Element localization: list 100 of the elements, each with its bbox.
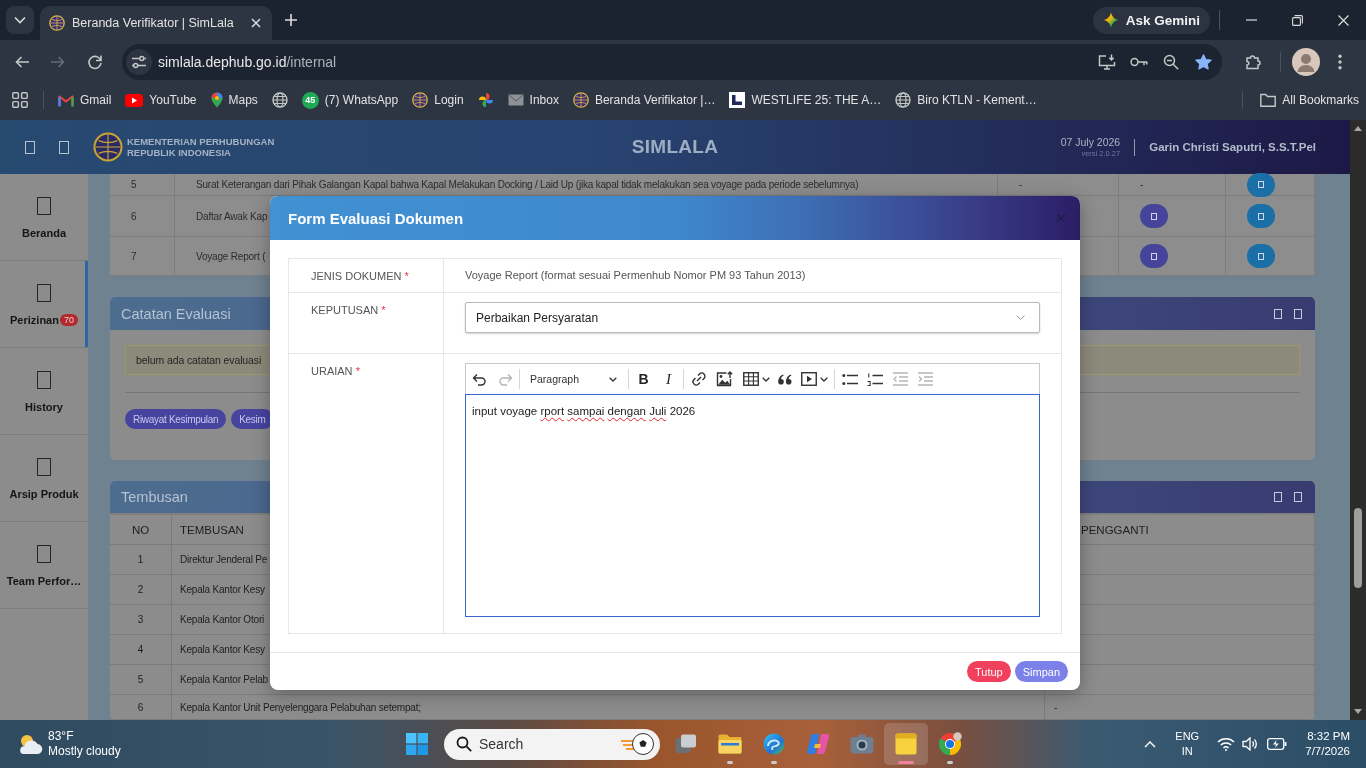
square-icon — [37, 284, 51, 302]
square-icon — [37, 371, 51, 389]
emblem-icon — [412, 92, 429, 108]
card-title: Catatan Evaluasi — [121, 305, 231, 322]
battery-icon[interactable] — [1267, 738, 1288, 750]
link-icon[interactable] — [690, 371, 707, 387]
date-text: 07 July 2026 — [1060, 135, 1121, 149]
zoom-out-icon[interactable] — [1163, 54, 1179, 70]
bookmark[interactable]: Inbox — [500, 86, 566, 114]
app-title: SIMLALA — [631, 136, 719, 158]
key-icon[interactable] — [1130, 56, 1148, 68]
table-cell: - — [1119, 174, 1226, 196]
notification-badge: 45 — [301, 91, 319, 109]
clock[interactable]: 8:32 PM 7/7/2026 — [1305, 729, 1350, 759]
square-icon[interactable] — [1274, 308, 1282, 319]
table-cell: 2 — [110, 575, 172, 605]
square-icon[interactable] — [59, 140, 69, 154]
media-icon[interactable] — [801, 372, 817, 386]
count-badge: 70 — [59, 314, 78, 326]
action-button[interactable] — [1140, 204, 1168, 228]
bookmark[interactable]: Login — [405, 86, 471, 114]
user-name[interactable]: Garin Christi Saputri, S.S.T.Pel — [1149, 141, 1316, 153]
emblem-icon — [49, 15, 65, 31]
square-icon[interactable] — [1274, 492, 1282, 502]
tab-search-button[interactable] — [6, 6, 34, 34]
chevron-down-icon — [1016, 315, 1025, 320]
wifi-icon[interactable] — [1217, 737, 1236, 751]
browser-tab[interactable]: Beranda Verifikator | SimLala — [40, 6, 272, 40]
all-bookmarks-button[interactable]: All Bookmarks — [1253, 86, 1366, 114]
language-indicator[interactable]: ENG IN — [1172, 729, 1203, 759]
soccer-ball-icon — [621, 732, 655, 756]
emblem-logo — [93, 132, 123, 162]
bookmark[interactable]: WESTLIFE 25: THE A… — [722, 86, 889, 114]
chevron-up-icon[interactable] — [1144, 740, 1157, 748]
emblem-icon — [572, 92, 589, 108]
profile-avatar[interactable] — [1292, 48, 1320, 76]
bookmark[interactable]: Gmail — [51, 86, 119, 114]
bookmark[interactable]: YouTube — [118, 86, 204, 114]
task-view-icon — [675, 734, 697, 754]
site-info-button[interactable] — [126, 49, 152, 75]
bookmark[interactable]: 45 (7) WhatsApp — [294, 86, 406, 114]
puzzle-icon[interactable] — [1245, 54, 1261, 70]
sticky-note-icon — [895, 733, 917, 755]
back-arrow-icon[interactable] — [14, 54, 30, 70]
scroll-up-icon[interactable] — [1354, 126, 1362, 131]
bookmark[interactable]: Beranda Verifikator |… — [565, 86, 723, 114]
square-icon — [1258, 212, 1264, 220]
square-icon — [37, 545, 51, 563]
apps-grid-icon[interactable] — [12, 92, 28, 108]
speaker-icon[interactable] — [1242, 737, 1259, 751]
pinwheel-icon — [477, 92, 494, 108]
bookmark[interactable]: Biro KTLN - Kement… — [888, 86, 1044, 114]
action-button[interactable] — [1140, 244, 1168, 268]
taskbar-app[interactable] — [884, 723, 928, 765]
install-app-icon[interactable] — [1098, 54, 1116, 70]
image-upload-icon[interactable] — [715, 371, 734, 387]
address-text[interactable]: simlala.dephub.go.id/internal — [158, 54, 337, 70]
restore-icon[interactable] — [1291, 14, 1303, 26]
square-icon — [1258, 181, 1264, 188]
search-icon — [456, 736, 472, 752]
square-icon — [1151, 212, 1157, 220]
history-button[interactable]: Riwayat Kesimpulan — [125, 409, 227, 429]
square-icon — [37, 458, 51, 476]
field-label: JENIS DOKUMEN * — [289, 259, 444, 292]
undo-icon[interactable] — [471, 372, 488, 386]
menu-dots-icon[interactable] — [1338, 54, 1342, 70]
plus-icon[interactable] — [285, 14, 297, 26]
minimize-icon[interactable] — [1245, 19, 1257, 21]
square-icon — [1151, 252, 1157, 260]
scroll-down-icon[interactable] — [1354, 709, 1362, 714]
square-icon[interactable] — [1294, 492, 1302, 502]
action-button[interactable] — [1247, 172, 1275, 197]
gemini-button[interactable]: Ask Gemini — [1092, 6, 1210, 34]
table-icon[interactable] — [742, 372, 759, 386]
chevron-down-icon[interactable] — [820, 376, 828, 382]
search-field[interactable]: Search — [444, 728, 660, 760]
decision-select[interactable]: Perbaikan Persyaratan — [465, 302, 1040, 333]
address-bar[interactable]: simlala.dephub.go.id/internal — [122, 44, 1222, 80]
square-icon[interactable] — [25, 140, 35, 154]
play-icon — [125, 93, 144, 107]
scrollbar[interactable] — [1350, 120, 1366, 720]
scrollbar-thumb[interactable] — [1354, 508, 1362, 588]
dialog-title: Form Evaluasi Dokumen — [288, 209, 464, 227]
sparkle-icon — [1102, 12, 1119, 28]
bulleted-list-icon[interactable] — [841, 372, 858, 386]
weather-widget[interactable]: 83°F Mostly cloudy — [16, 729, 144, 759]
quote-icon[interactable] — [778, 373, 792, 385]
close-button[interactable]: Tutup — [966, 661, 1011, 682]
editor-text-area[interactable]: input voyage rport sampai dengan Juli 2026 — [465, 394, 1040, 617]
bookmark[interactable]: Maps — [203, 86, 265, 114]
camera-icon — [850, 734, 874, 754]
square-icon[interactable] — [1294, 308, 1302, 319]
field-label: KEPUTUSAN * — [289, 292, 444, 353]
table-cell: 3 — [110, 605, 172, 635]
chevron-down-icon[interactable] — [761, 376, 770, 382]
star-icon[interactable] — [1195, 54, 1212, 70]
start-icon[interactable] — [406, 733, 428, 755]
numbered-list-icon[interactable] — [866, 372, 883, 386]
reload-icon[interactable] — [87, 54, 103, 70]
globe-icon — [271, 92, 288, 108]
